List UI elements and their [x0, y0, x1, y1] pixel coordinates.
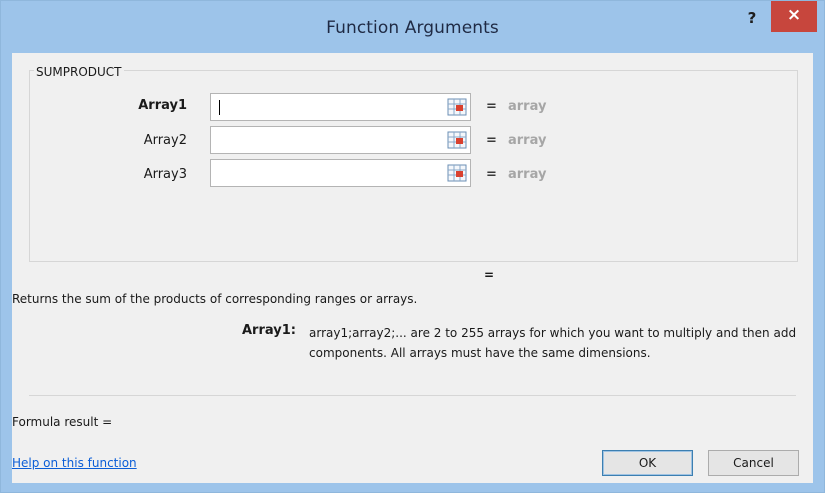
title-bar[interactable]: Function Arguments ? × — [1, 1, 824, 51]
text-cursor — [219, 100, 220, 115]
array3-result: array — [508, 167, 547, 182]
array1-label: Array1 — [138, 98, 187, 113]
array2-equals: = — [486, 133, 497, 148]
array2-input[interactable] — [210, 126, 471, 154]
function-arguments-dialog: Function Arguments ? × SUMPRODUCT Array1… — [0, 0, 825, 493]
array2-result: array — [508, 133, 547, 148]
dialog-title: Function Arguments — [326, 18, 499, 38]
array3-input[interactable] — [210, 159, 471, 187]
array2-label: Array2 — [143, 133, 187, 148]
array1-result: array — [508, 99, 547, 114]
range-select-icon[interactable] — [447, 164, 467, 182]
cancel-button[interactable]: Cancel — [708, 450, 799, 476]
ok-button[interactable]: OK — [602, 450, 693, 476]
help-button[interactable]: ? — [741, 7, 763, 29]
dialog-body: SUMPRODUCT Array1 = array Array2 = array… — [12, 53, 813, 483]
argument-help-label: Array1: — [242, 323, 296, 338]
function-description: Returns the sum of the products of corre… — [12, 292, 418, 306]
function-name-label: SUMPRODUCT — [34, 65, 124, 79]
argument-help-text: array1;array2;... are 2 to 255 arrays fo… — [309, 326, 797, 360]
array1-input[interactable] — [210, 93, 471, 121]
close-button[interactable]: × — [771, 1, 817, 32]
help-on-function-link[interactable]: Help on this function — [12, 456, 137, 470]
formula-result-label: Formula result = — [12, 415, 113, 429]
array1-equals: = — [486, 99, 497, 114]
array3-equals: = — [486, 167, 497, 182]
array3-label: Array3 — [143, 167, 187, 182]
divider — [29, 395, 796, 396]
range-select-icon[interactable] — [447, 131, 467, 149]
range-select-icon[interactable] — [447, 98, 467, 116]
overall-equals: = — [484, 268, 495, 282]
